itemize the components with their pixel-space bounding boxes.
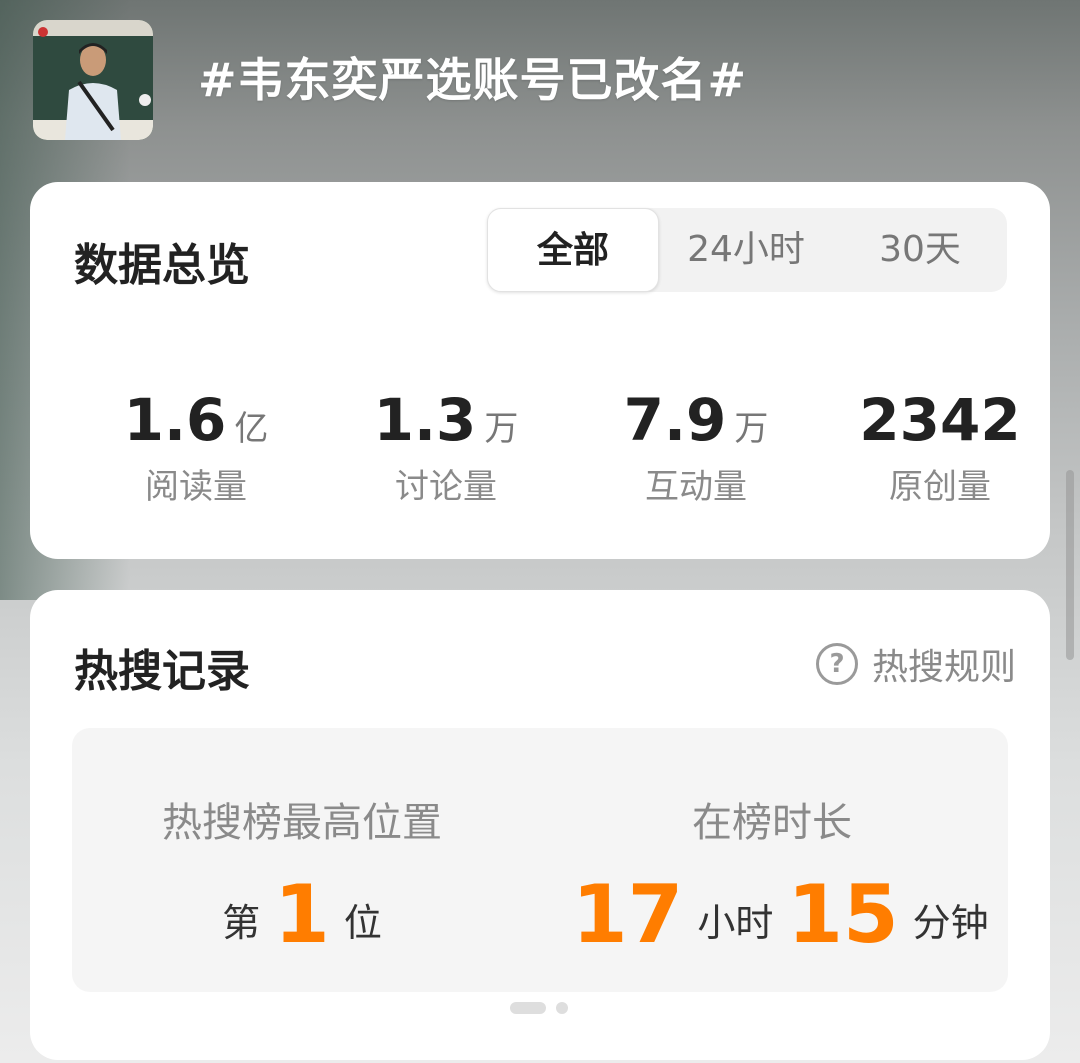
peak-prefix: 第 — [222, 901, 261, 945]
minutes-unit: 分钟 — [912, 901, 989, 945]
overview-card: 数据总览 全部 24小时 30天 1.6 亿 阅读量 1.3 万 讨论量 7.9 万 … — [30, 182, 1050, 559]
page-indicator-dot[interactable] — [556, 1002, 568, 1014]
rules-label: 热搜规则 — [871, 647, 1016, 688]
duration-value: 17 小时 15 分钟 — [572, 868, 989, 961]
stat-original: 2342 原创量 — [815, 387, 1065, 508]
stat-discussions: 1.3 万 讨论量 — [321, 387, 571, 508]
peak-position-label: 热搜榜最高位置 — [162, 800, 442, 846]
peak-position-value: 第1位 — [132, 868, 472, 961]
stat-label: 原创量 — [889, 467, 991, 507]
topic-title: #韦东奕严选账号已改名# — [198, 53, 748, 107]
stat-value: 2342 — [859, 386, 1021, 454]
overview-title: 数据总览 — [74, 240, 250, 291]
duration-hours: 17 — [572, 868, 684, 961]
scrollbar[interactable] — [1066, 470, 1074, 660]
avatar[interactable] — [33, 20, 153, 140]
question-circle-icon: ? — [815, 643, 858, 685]
hours-unit: 小时 — [697, 901, 774, 945]
stat-value: 1.6 — [123, 386, 227, 454]
stat-interactions: 7.9 万 互动量 — [571, 387, 821, 508]
peak-suffix: 位 — [343, 901, 382, 945]
stat-unit: 万 — [734, 409, 769, 449]
duration-label: 在榜时长 — [692, 800, 852, 846]
peak-rank: 1 — [274, 868, 330, 961]
hot-search-card: 热搜记录 ? 热搜规则 热搜榜最高位置 第1位 在榜时长 17 小时 15 分钟 — [30, 590, 1050, 1060]
stat-unit: 万 — [484, 409, 519, 449]
duration-minutes: 15 — [787, 868, 899, 961]
tab-24-hours[interactable]: 24小时 — [659, 208, 833, 292]
time-range-segmented-control: 全部 24小时 30天 — [487, 208, 1007, 292]
tab-all[interactable]: 全部 — [487, 208, 659, 292]
hot-search-title: 热搜记录 — [74, 646, 250, 697]
tab-30-days[interactable]: 30天 — [833, 208, 1007, 292]
page-indicator-active[interactable] — [510, 1002, 546, 1014]
stat-label: 讨论量 — [395, 467, 497, 507]
hot-search-summary: 热搜榜最高位置 第1位 在榜时长 17 小时 15 分钟 — [72, 728, 1008, 992]
stat-value: 7.9 — [623, 386, 727, 454]
stat-value: 1.3 — [373, 386, 477, 454]
stat-reads: 1.6 亿 阅读量 — [71, 387, 321, 508]
stat-label: 阅读量 — [145, 467, 247, 507]
avatar-photo — [33, 20, 153, 140]
hot-search-rules-link[interactable]: ? 热搜规则 — [815, 638, 1016, 690]
stat-label: 互动量 — [645, 467, 747, 507]
stat-unit: 亿 — [234, 409, 269, 449]
